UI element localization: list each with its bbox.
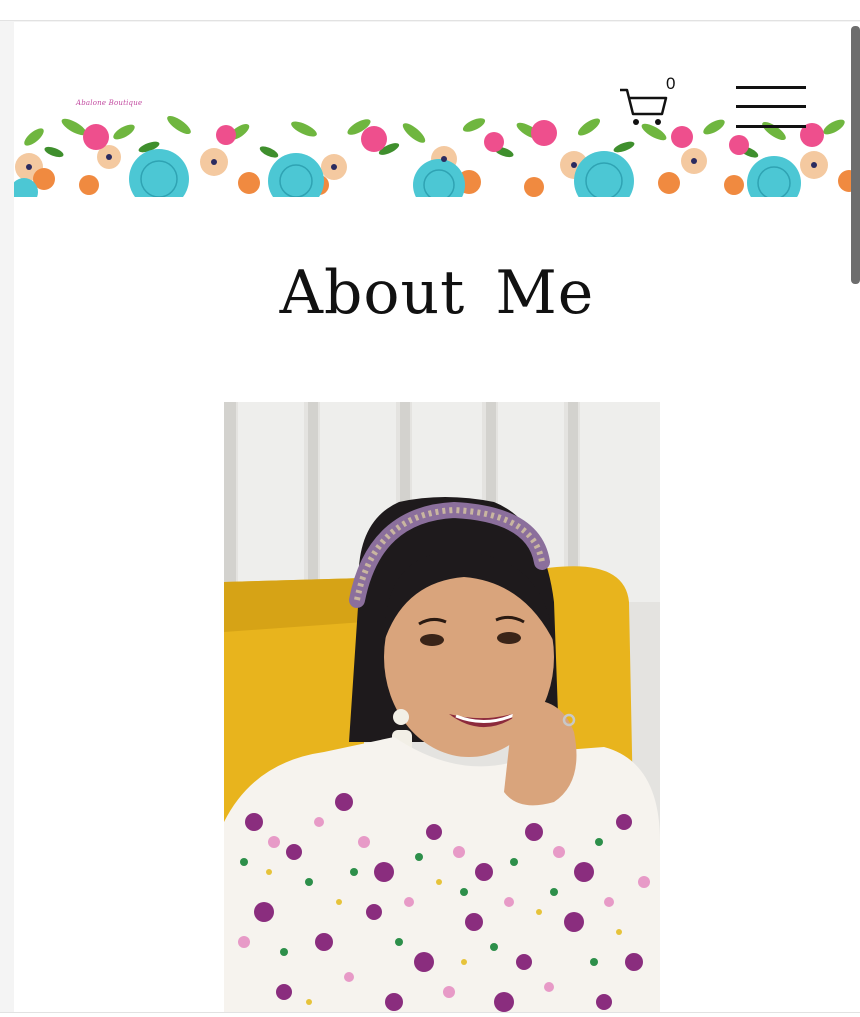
site-logo[interactable]: Abalone Boutique — [76, 99, 142, 107]
page-scrollbar[interactable] — [851, 26, 860, 284]
floral-banner — [14, 97, 860, 197]
browser-bottom-bar — [0, 1012, 860, 1017]
cart-count-badge[interactable]: 0 — [666, 74, 675, 94]
profile-photo — [224, 402, 660, 1012]
site-header: Abalone Boutique 0 — [14, 22, 860, 197]
page: Abalone Boutique 0 About Me — [14, 22, 860, 1012]
hamburger-menu-icon[interactable] — [736, 84, 808, 132]
page-title: About Me — [279, 258, 595, 328]
browser-top-bar — [0, 0, 860, 21]
shopping-cart-icon[interactable] — [618, 84, 668, 128]
